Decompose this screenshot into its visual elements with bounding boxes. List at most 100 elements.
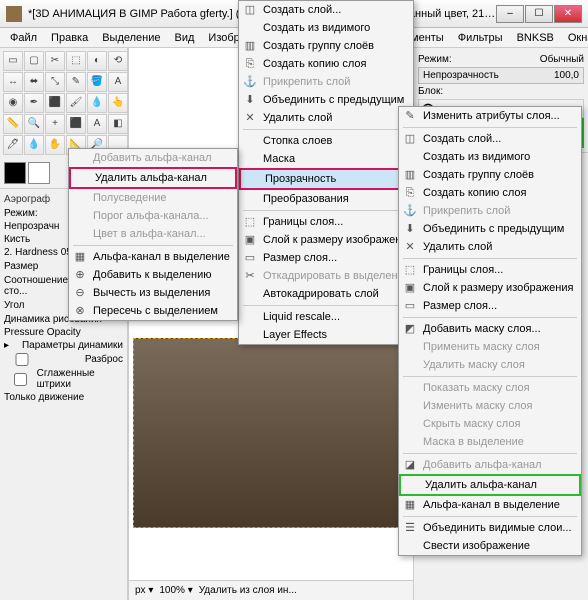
- menu-item: Изменить маску слоя: [399, 397, 581, 415]
- menu-item[interactable]: Маска: [239, 150, 413, 168]
- menu-bnksb[interactable]: BNKSB: [511, 30, 560, 46]
- menu-item[interactable]: Удалить альфа-канал: [399, 474, 581, 496]
- menu-icon: ⊕: [73, 268, 87, 282]
- menu-item[interactable]: ▣Слой к размеру изображения: [239, 231, 413, 249]
- smooth-check[interactable]: [4, 373, 37, 386]
- menu-item[interactable]: ▭Размер слоя...: [399, 297, 581, 315]
- menu-item[interactable]: ⊕Добавить к выделению: [69, 266, 237, 284]
- menu-вид[interactable]: Вид: [169, 30, 201, 46]
- menu-icon: ◩: [403, 322, 417, 336]
- menu-item[interactable]: ⎘Создать копию слоя: [399, 184, 581, 202]
- menu-item[interactable]: ▦Альфа-канал в выделение: [399, 496, 581, 514]
- tool-button[interactable]: ⟲: [108, 51, 128, 71]
- menu-icon: ▦: [403, 498, 417, 512]
- close-button[interactable]: ✕: [554, 5, 582, 23]
- menu-item[interactable]: ⬚Границы слоя...: [399, 261, 581, 279]
- menu-файл[interactable]: Файл: [4, 30, 43, 46]
- menu-item[interactable]: Автокадрировать слой: [239, 285, 413, 303]
- blend-mode[interactable]: Обычный: [540, 54, 584, 65]
- tool-button[interactable]: ◉: [3, 93, 23, 113]
- menu-item[interactable]: Стопка слоев: [239, 132, 413, 150]
- tool-button[interactable]: ⬌: [24, 72, 44, 92]
- menu-icon: ⊖: [73, 286, 87, 300]
- maximize-button[interactable]: ☐: [525, 5, 553, 23]
- tool-button[interactable]: ▢: [24, 51, 44, 71]
- layer-context-menu[interactable]: ✎Изменить атрибуты слоя... ◫Создать слой.…: [398, 106, 582, 556]
- tool-button[interactable]: 🖌: [66, 93, 86, 113]
- tool-button[interactable]: ✎: [66, 72, 86, 92]
- menu-выделение[interactable]: Выделение: [96, 30, 166, 46]
- menu-item[interactable]: ▦Альфа-канал в выделение: [69, 248, 237, 266]
- menu-item[interactable]: ◫Создать слой...: [239, 1, 413, 19]
- menu-item[interactable]: ◫Создать слой...: [399, 130, 581, 148]
- tool-button[interactable]: ✂: [45, 51, 65, 71]
- tool-button[interactable]: A: [108, 72, 128, 92]
- tool-button[interactable]: 💧: [87, 93, 107, 113]
- tool-button[interactable]: ◧: [108, 114, 128, 134]
- minimize-button[interactable]: –: [496, 5, 524, 23]
- menu-item[interactable]: Layer Effects: [239, 326, 413, 344]
- tool-button[interactable]: ⬛: [45, 93, 65, 113]
- unit-select[interactable]: px ▾: [135, 585, 153, 596]
- menu-icon: ▭: [243, 251, 257, 265]
- menu-фильтры[interactable]: Фильтры: [452, 30, 509, 46]
- tool-button[interactable]: ✒: [24, 93, 44, 113]
- transparency-submenu[interactable]: Добавить альфа-каналУдалить альфа-каналП…: [68, 148, 238, 321]
- menu-icon: ⚓: [243, 75, 257, 89]
- menu-item[interactable]: ▣Слой к размеру изображения: [399, 279, 581, 297]
- menu-item[interactable]: ✎Изменить атрибуты слоя...: [399, 107, 581, 125]
- bg-color[interactable]: [28, 162, 50, 184]
- tool-button[interactable]: 👆: [108, 93, 128, 113]
- menu-item[interactable]: ▥Создать группу слоёв: [399, 166, 581, 184]
- statusbar: px ▾ 100% ▾ Удалить из слоя ин...: [129, 580, 413, 600]
- menu-item[interactable]: ☰Объединить видимые слои...: [399, 519, 581, 537]
- tool-button[interactable]: A: [87, 114, 107, 134]
- brush-selector[interactable]: 2. Hardness 050: [4, 247, 77, 258]
- menu-item[interactable]: Liquid rescale...: [239, 308, 413, 326]
- menu-item[interactable]: Свести изображение: [399, 537, 581, 555]
- menu-item[interactable]: Создать из видимого: [399, 148, 581, 166]
- menu-item[interactable]: ⬚Границы слоя...: [239, 213, 413, 231]
- scatter-check[interactable]: [4, 353, 40, 366]
- tool-button[interactable]: ⤡: [45, 72, 65, 92]
- menu-icon: ✕: [243, 111, 257, 125]
- tool-button[interactable]: 🖊: [3, 135, 23, 155]
- tool-button[interactable]: +: [45, 114, 65, 134]
- tool-button[interactable]: ⬚: [66, 51, 86, 71]
- menu-item: Показать маску слоя: [399, 379, 581, 397]
- menu-item[interactable]: ⊗Пересечь с выделением: [69, 302, 237, 320]
- menu-item: Скрыть маску слоя: [399, 415, 581, 433]
- menu-icon: ✕: [403, 240, 417, 254]
- menu-item[interactable]: Прозрачность: [239, 168, 413, 190]
- fg-color[interactable]: [4, 162, 26, 184]
- menu-item[interactable]: ⎘Создать копию слоя: [239, 55, 413, 73]
- canvas-image[interactable]: [133, 338, 409, 528]
- tool-button[interactable]: ↔: [3, 72, 23, 92]
- menu-item[interactable]: ⬇Объединить с предыдущим: [399, 220, 581, 238]
- menu-item[interactable]: ⬇Объединить с предыдущим: [239, 91, 413, 109]
- menu-правка[interactable]: Правка: [45, 30, 94, 46]
- tool-button[interactable]: ◐: [87, 51, 107, 71]
- tool-button[interactable]: 🪣: [87, 72, 107, 92]
- menu-item[interactable]: Удалить альфа-канал: [69, 167, 237, 189]
- tool-button[interactable]: 🔍: [24, 114, 44, 134]
- tool-button[interactable]: 📏: [3, 114, 23, 134]
- tool-button[interactable]: ⬛: [66, 114, 86, 134]
- dynamics-selector[interactable]: Pressure Opacity: [4, 327, 81, 338]
- menu-item[interactable]: Преобразования: [239, 190, 413, 208]
- menu-item[interactable]: ✕Удалить слой: [399, 238, 581, 256]
- menu-item[interactable]: ✕Удалить слой: [239, 109, 413, 127]
- menu-icon: ☰: [403, 521, 417, 535]
- tool-button[interactable]: 💧: [24, 135, 44, 155]
- opacity-value[interactable]: 100,0: [554, 70, 579, 81]
- menu-item[interactable]: ▭Размер слоя...: [239, 249, 413, 267]
- tool-button[interactable]: ▭: [3, 51, 23, 71]
- menu-item[interactable]: ▥Создать группу слоёв: [239, 37, 413, 55]
- tool-button[interactable]: ✋: [45, 135, 65, 155]
- menu-окна[interactable]: Окна: [562, 30, 588, 46]
- menu-item[interactable]: ◩Добавить маску слоя...: [399, 320, 581, 338]
- layer-menu[interactable]: ◫Создать слой...Создать из видимого▥Созд…: [238, 0, 414, 345]
- menu-item[interactable]: ⊖Вычесть из выделения: [69, 284, 237, 302]
- menu-item[interactable]: Создать из видимого: [239, 19, 413, 37]
- zoom-select[interactable]: 100% ▾: [159, 585, 192, 596]
